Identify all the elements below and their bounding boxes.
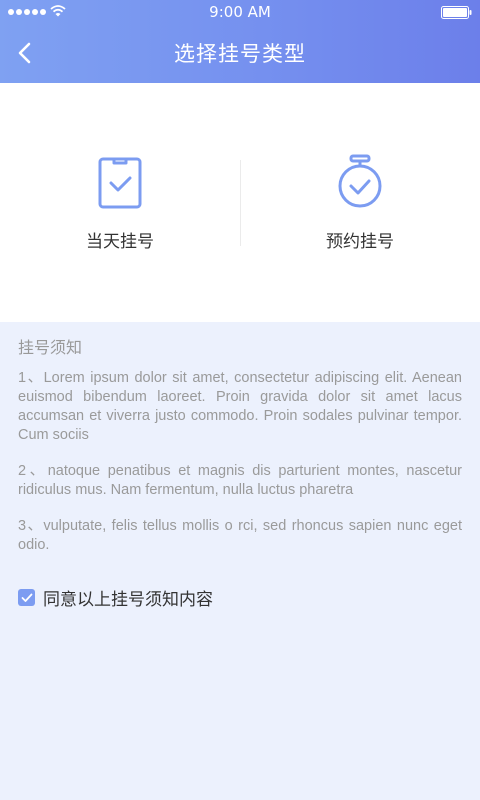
notice-paragraph: 1、Lorem ipsum dolor sit amet, consectetu… [18,370,462,443]
notice-title: 挂号须知 [18,338,83,357]
clipboard-check-icon [98,157,142,209]
registration-type-options: 当天挂号 预约挂号 [0,83,480,322]
notice-paragraph: 3、vulputate, felis tellus mollis o rci, … [18,518,462,553]
agree-checkbox[interactable] [18,589,35,606]
status-time: 9:00 AM [209,3,271,21]
agree-label: 同意以上挂号须知内容 [43,590,213,610]
header: 9:00 AM 选择挂号类型 [0,0,480,83]
check-icon [21,593,32,602]
notice-paragraph: 2、natoque penatibus et magnis dis partur… [18,463,462,498]
page-title: 选择挂号类型 [174,42,306,66]
battery-icon [441,6,472,19]
option-label: 当天挂号 [86,232,154,252]
option-label: 预约挂号 [326,232,394,252]
stopwatch-check-icon [338,154,382,208]
option-same-day-registration[interactable]: 当天挂号 [0,83,240,322]
option-appointment-registration[interactable]: 预约挂号 [240,83,480,322]
notice-body: 1、Lorem ipsum dolor sit amet, consectetu… [18,369,462,572]
status-bar: 9:00 AM [0,0,480,24]
agree-checkbox-row[interactable]: 同意以上挂号须知内容 [18,585,213,610]
